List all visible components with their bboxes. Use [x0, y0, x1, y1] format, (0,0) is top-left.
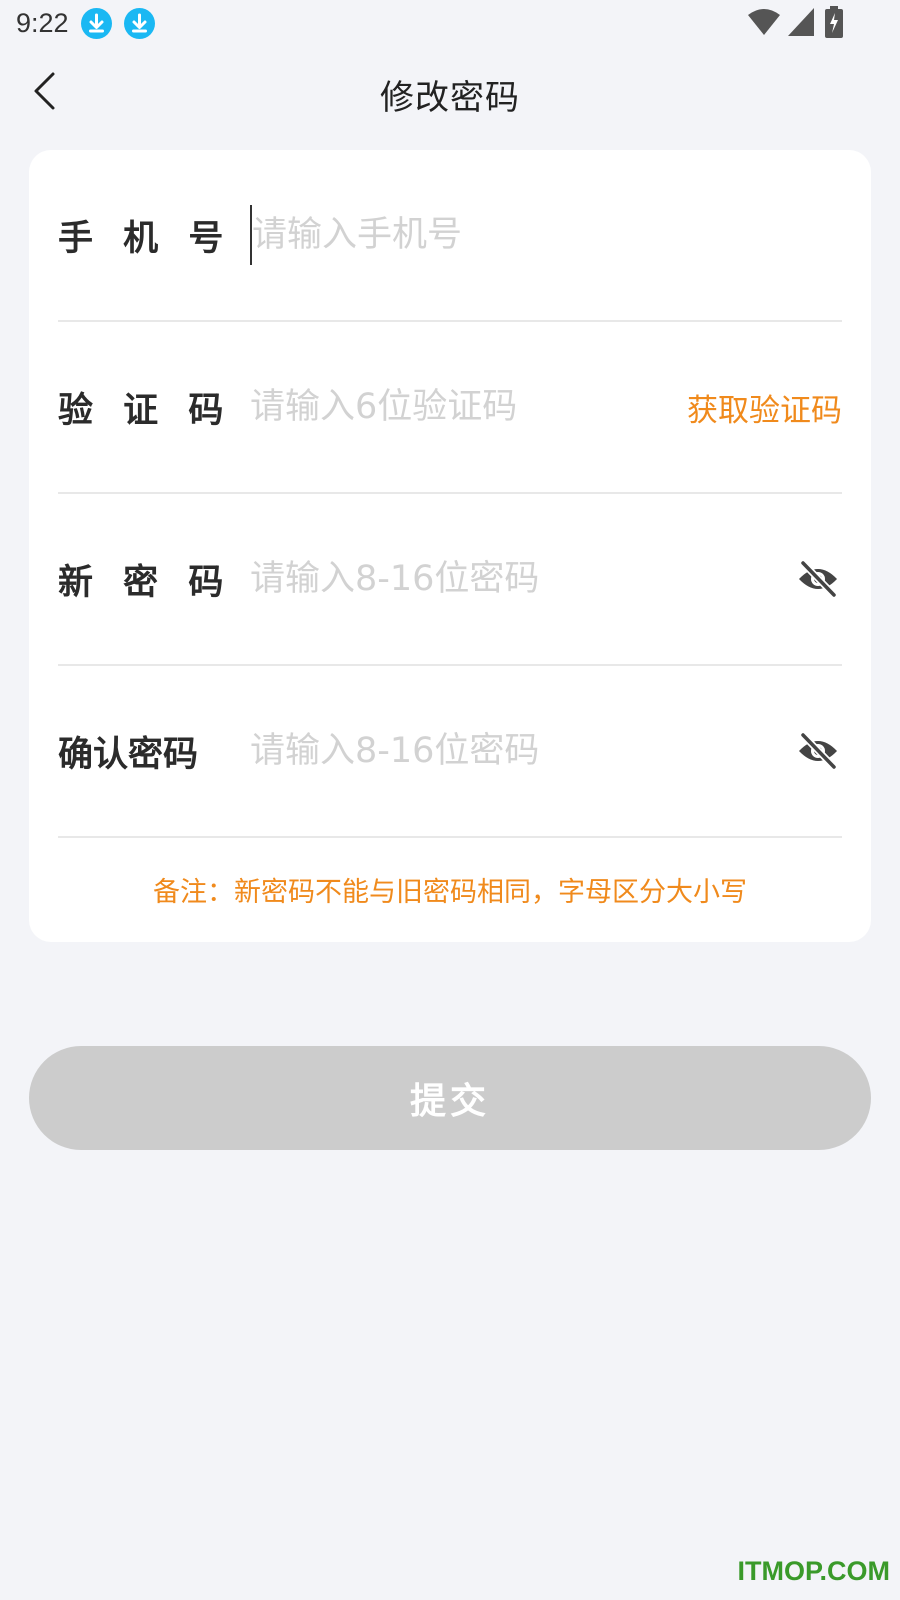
signal-icon: [788, 8, 814, 36]
phone-input[interactable]: [250, 205, 650, 265]
battery-charging-icon: [825, 6, 843, 38]
form-card: 手 机 号 验 证 码 获取验证码 新 密 码 确认密码: [29, 150, 871, 942]
new-password-label: 新 密 码: [58, 562, 233, 603]
wifi-icon: [748, 9, 780, 35]
status-bar: 9:22: [0, 0, 900, 46]
password-note: 备注：新密码不能与旧密码相同，字母区分大小写: [153, 877, 747, 908]
status-time: 9:22: [16, 8, 69, 38]
confirm-password-input[interactable]: [250, 721, 650, 781]
download-icon: [124, 8, 155, 39]
phone-label: 手 机 号: [58, 218, 233, 259]
confirm-password-row: 确认密码: [58, 666, 842, 838]
new-password-row: 新 密 码: [58, 494, 842, 666]
submit-button[interactable]: 提交: [29, 1046, 871, 1150]
confirm-password-toggle-button[interactable]: [796, 731, 840, 771]
code-input[interactable]: [250, 377, 650, 437]
eye-off-icon: [799, 559, 838, 599]
code-row: 验 证 码 获取验证码: [58, 322, 842, 494]
get-code-button[interactable]: 获取验证码: [687, 322, 842, 492]
new-password-toggle-button[interactable]: [796, 559, 840, 599]
page-title: 修改密码: [380, 78, 520, 118]
new-password-input[interactable]: [250, 549, 650, 609]
eye-off-icon: [799, 731, 838, 771]
confirm-password-label: 确认密码: [58, 734, 199, 775]
phone-row: 手 机 号: [58, 150, 842, 322]
download-icon: [81, 8, 112, 39]
nav-bar: 修改密码: [0, 46, 900, 136]
watermark-text: ITMOP.COM: [737, 1556, 890, 1586]
code-label: 验 证 码: [58, 390, 233, 431]
